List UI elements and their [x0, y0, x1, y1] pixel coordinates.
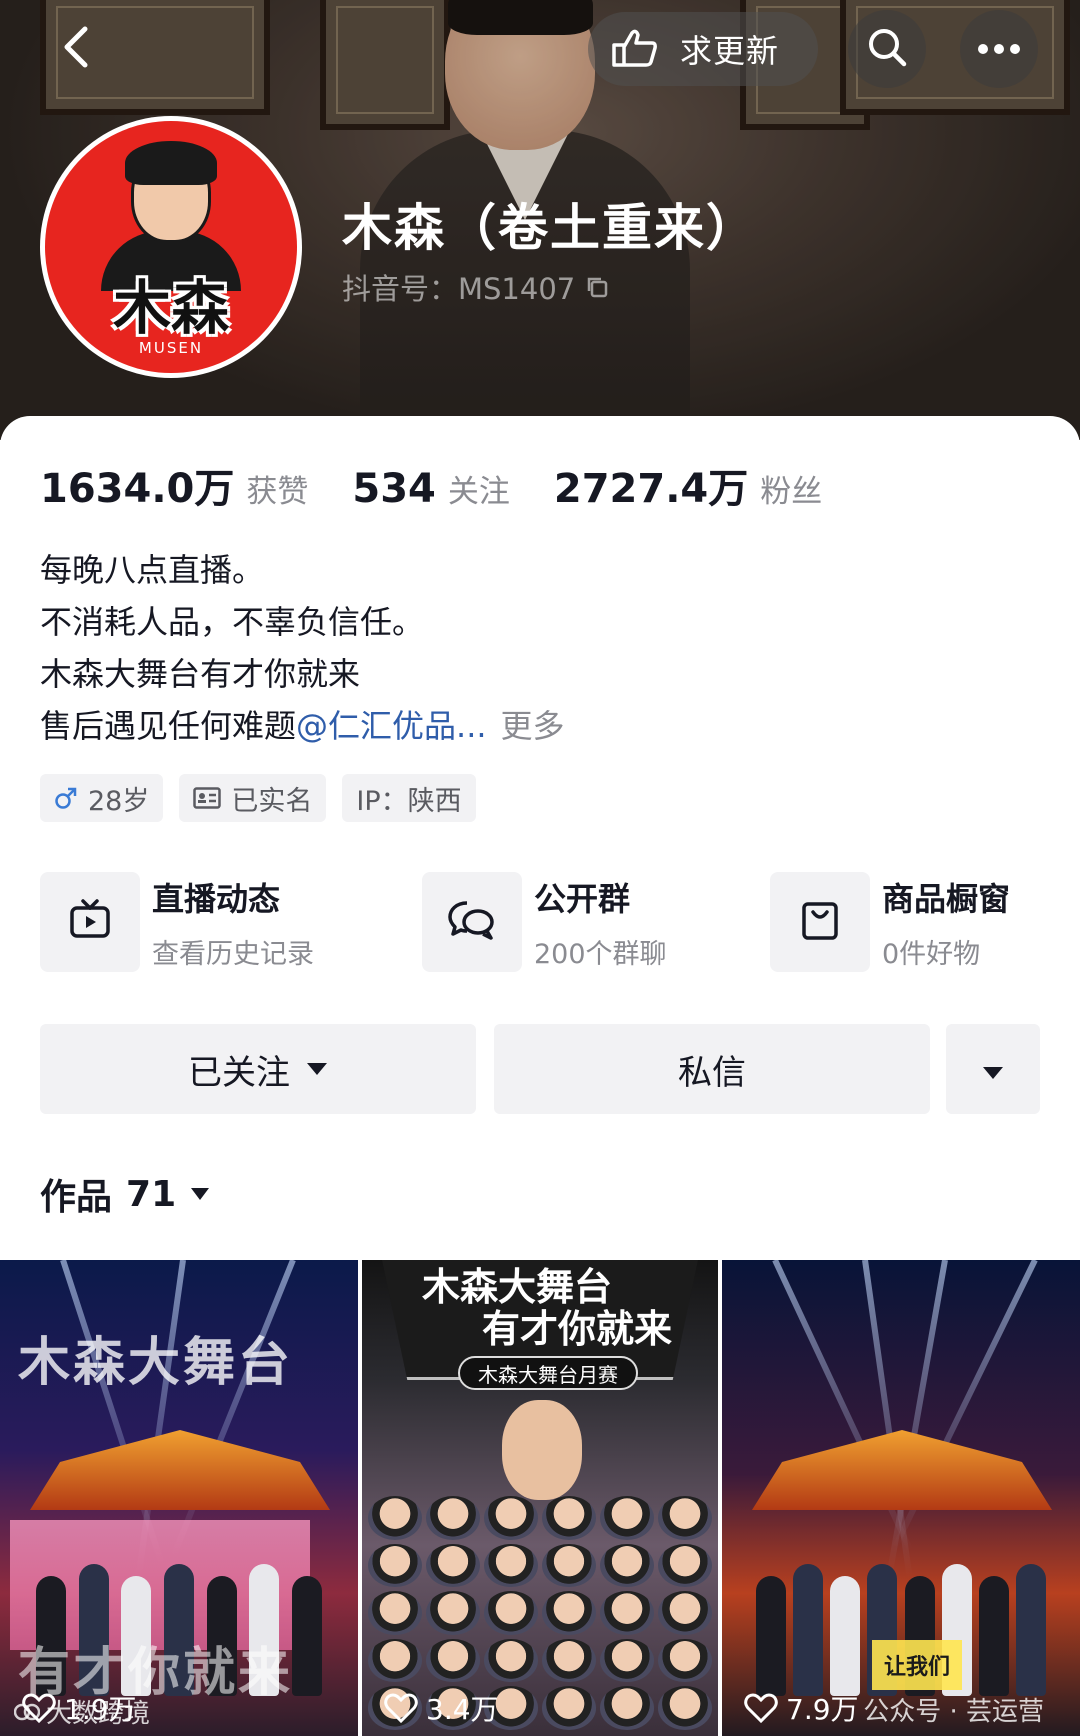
- video-overlay-subtitle: 木森大舞台月赛: [458, 1356, 638, 1390]
- group-chat-icon: [447, 898, 497, 946]
- live-tv-icon: [68, 898, 112, 946]
- caret-down-icon: [306, 1062, 328, 1076]
- search-button[interactable]: [848, 10, 926, 88]
- heart-icon: [384, 1693, 418, 1723]
- video-thumbnail[interactable]: 木森大舞台 有才你就来 木森大舞台月赛 3.4万: [362, 1260, 718, 1736]
- feature-live[interactable]: 直播动态 查看历史记录: [40, 872, 314, 972]
- action-row: 已关注 私信: [40, 1024, 1040, 1114]
- feature-title: 商品橱窗: [882, 879, 1011, 918]
- more-actions-button[interactable]: [946, 1024, 1040, 1114]
- feature-shop[interactable]: 商品橱窗 0件好物: [770, 872, 1010, 972]
- works-tab[interactable]: 作品 71: [40, 1168, 210, 1220]
- watermark-logo-icon: [14, 1701, 40, 1723]
- video-thumbnail[interactable]: 让我们 7.9万 公众号 · 芸运营: [722, 1260, 1080, 1736]
- feature-subtitle: 200个群聊: [534, 938, 667, 970]
- works-label: 作品: [40, 1177, 113, 1218]
- watermark-right: 公众号 · 芸运营: [863, 1697, 1044, 1727]
- chevron-left-icon: [57, 23, 97, 75]
- avatar-brand-text: 木森: [112, 274, 229, 342]
- stat-followers[interactable]: 2727.4万 粉丝: [554, 456, 822, 514]
- male-icon: [54, 786, 78, 810]
- stat-label: 获赞: [246, 474, 309, 510]
- feature-row: 直播动态 查看历史记录 公开群 200个群聊 商品橱窗 0件好物: [40, 872, 1040, 976]
- tag-ip: IP：陕西: [342, 774, 476, 822]
- video-grid: 木森大舞台 有才你就来 1.9万 大数跨境 木森大舞台 有才你就来 木森大舞台月…: [0, 1260, 1080, 1736]
- bio: 每晚八点直播。 不消耗人品，不辜负信任。 木森大舞台有才你就来 售后遇见任何难题…: [40, 544, 565, 752]
- bio-line: 木森大舞台有才你就来: [40, 655, 361, 693]
- request-update-button[interactable]: 求更新: [588, 12, 818, 86]
- bio-line: 售后遇见任何难题@仁汇优品... 更多: [40, 700, 565, 752]
- bio-line-text: 售后遇见任何难题: [40, 707, 297, 745]
- stat-likes[interactable]: 1634.0万 获赞: [40, 456, 308, 514]
- feature-group[interactable]: 公开群 200个群聊: [422, 872, 667, 972]
- stats-row: 1634.0万 获赞 534 关注 2727.4万 粉丝: [40, 456, 866, 514]
- watermark-text: 大数跨境: [46, 1699, 151, 1729]
- more-button[interactable]: [960, 10, 1038, 88]
- feature-title: 直播动态: [152, 879, 281, 918]
- video-overlay-text: 木森大舞台: [18, 1332, 294, 1393]
- id-card-icon: [193, 787, 222, 809]
- bio-more-link[interactable]: 更多: [501, 707, 565, 745]
- avatar-brand-sub: MUSEN: [138, 339, 204, 357]
- tag-verified: 已实名: [179, 774, 327, 822]
- more-dots-icon: [977, 40, 1021, 59]
- works-count: 71: [126, 1173, 177, 1215]
- tag-label: IP：陕西: [356, 785, 462, 817]
- profile-handle: 抖音号：MS1407: [342, 266, 609, 308]
- stat-number: 534: [352, 466, 436, 512]
- top-bar: 求更新: [0, 0, 1080, 100]
- bio-mention-link[interactable]: @仁汇优品...: [296, 707, 487, 745]
- feature-subtitle: 查看历史记录: [152, 938, 314, 970]
- message-button[interactable]: 私信: [494, 1024, 930, 1114]
- tag-row: 28岁 已实名 IP：陕西: [40, 774, 492, 822]
- video-thumbnail[interactable]: 木森大舞台 有才你就来 1.9万 大数跨境: [0, 1260, 358, 1736]
- video-overlay-text: 有才你就来: [482, 1306, 673, 1351]
- bio-line: 不消耗人品，不辜负信任。: [40, 603, 425, 641]
- view-count: 7.9万: [744, 1688, 859, 1728]
- watermark-left: 大数跨境: [14, 1693, 150, 1730]
- pointing-hand-icon: [610, 25, 658, 73]
- message-label: 私信: [678, 1052, 746, 1093]
- follow-label: 已关注: [188, 1052, 290, 1093]
- follow-button[interactable]: 已关注: [40, 1024, 476, 1114]
- view-count: 3.4万: [384, 1688, 499, 1728]
- shopping-bag-icon: [800, 898, 840, 946]
- profile-name: 木森（卷土重来）: [342, 199, 758, 257]
- stat-number: 2727.4万: [553, 466, 749, 512]
- caret-down-icon: [190, 1187, 210, 1201]
- stat-number: 1634.0万: [40, 466, 235, 512]
- profile-sheet: 1634.0万 获赞 534 关注 2727.4万 粉丝 每晚八点直播。 不消耗…: [0, 416, 1080, 1736]
- stat-label: 关注: [447, 474, 510, 510]
- tag-label: 已实名: [231, 785, 313, 817]
- feature-title: 公开群: [534, 879, 631, 918]
- stat-following[interactable]: 534 关注: [352, 466, 510, 512]
- feature-subtitle: 0件好物: [882, 938, 981, 970]
- video-caption: 让我们: [872, 1640, 963, 1690]
- tag-age: 28岁: [40, 774, 164, 822]
- handle-text: 抖音号：MS1407: [342, 272, 576, 306]
- caret-down-icon: [982, 1049, 1004, 1089]
- heart-icon: [744, 1693, 778, 1723]
- copy-icon[interactable]: [585, 275, 609, 299]
- request-update-label: 求更新: [680, 32, 780, 70]
- bio-line: 每晚八点直播。: [40, 551, 265, 589]
- view-count-text: 3.4万: [426, 1693, 499, 1726]
- back-button[interactable]: [38, 10, 116, 88]
- tag-label: 28岁: [88, 785, 150, 817]
- stat-label: 粉丝: [760, 474, 823, 510]
- view-count-text: 7.9万: [786, 1693, 859, 1726]
- avatar[interactable]: 木森 MUSEN: [40, 116, 302, 378]
- search-icon: [866, 26, 908, 72]
